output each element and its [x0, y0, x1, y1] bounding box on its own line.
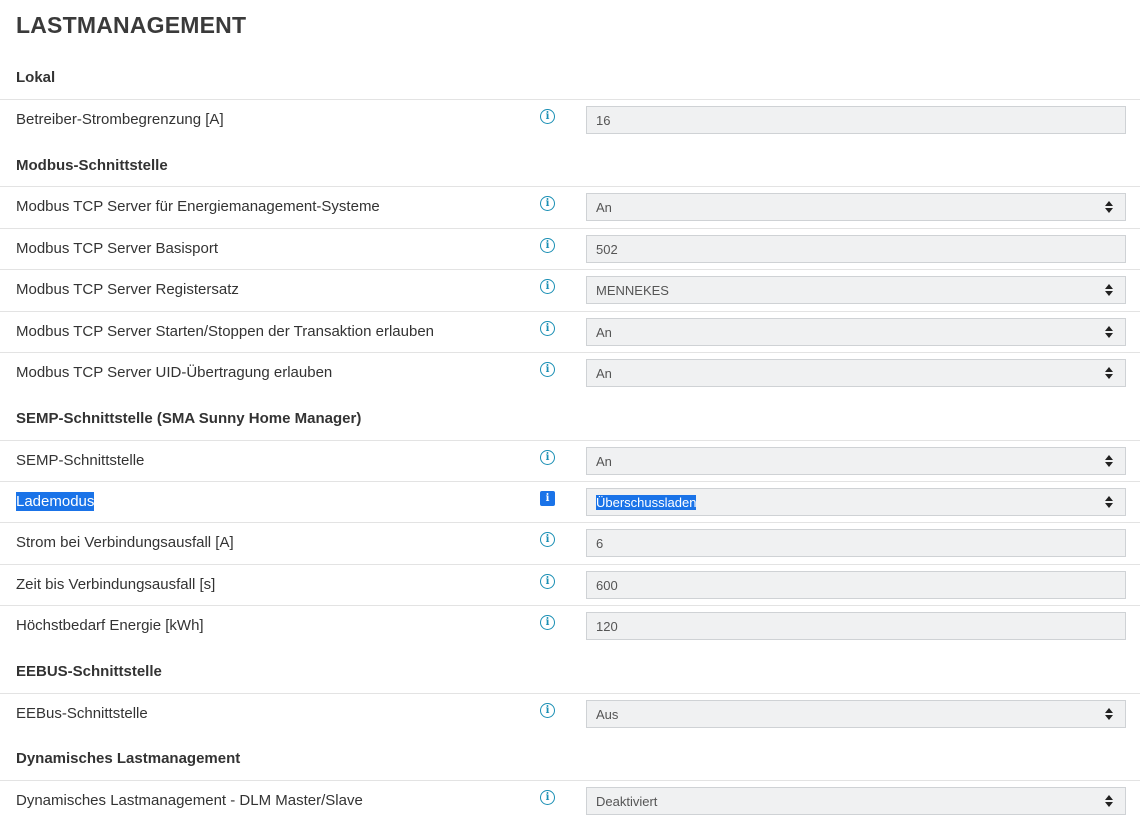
lademodus-select[interactable]: Überschussladen — [586, 488, 1126, 516]
page-title: LASTMANAGEMENT — [16, 12, 247, 38]
setting-label: Modbus TCP Server UID-Übertragung erlaub… — [16, 364, 333, 381]
info-icon[interactable]: i — [540, 450, 555, 465]
section-title-lokal: Lokal — [16, 69, 56, 86]
info-icon[interactable]: i — [540, 196, 555, 211]
dlm-master-slave-select[interactable]: Deaktiviert — [586, 787, 1126, 815]
setting-row-dlm-master-slave: Dynamisches Lastmanagement - DLM Master/… — [0, 780, 1140, 822]
setting-label: Modbus TCP Server Basisport — [16, 240, 219, 257]
info-icon[interactable]: i — [540, 703, 555, 718]
setting-row-modbus-uid: Modbus TCP Server UID-Übertragung erlaub… — [0, 352, 1140, 394]
select-value: An — [596, 324, 612, 340]
chevron-updown-icon — [1105, 795, 1113, 808]
input-value: 600 — [596, 577, 618, 593]
section-title-dlm: Dynamisches Lastmanagement — [16, 750, 241, 767]
input-value: 16 — [596, 112, 611, 128]
setting-row-modbus-basisport: Modbus TCP Server Basisport i 502 — [0, 228, 1140, 270]
section-title-semp: SEMP-Schnittstelle (SMA Sunny Home Manag… — [16, 410, 362, 427]
info-icon[interactable]: i — [540, 321, 555, 336]
select-value: An — [596, 365, 612, 381]
chevron-updown-icon — [1105, 708, 1113, 721]
input-value: 6 — [596, 535, 604, 551]
chevron-updown-icon — [1105, 455, 1113, 468]
setting-label: Betreiber-Strombegrenzung [A] — [16, 111, 224, 128]
semp-schnittstelle-select[interactable]: An — [586, 447, 1126, 475]
input-value: 120 — [596, 618, 618, 634]
setting-row-modbus-start-stop: Modbus TCP Server Starten/Stoppen der Tr… — [0, 311, 1140, 353]
modbus-start-stop-select[interactable]: An — [586, 318, 1126, 346]
setting-row-lademodus: Lademodus i Überschussladen — [0, 481, 1140, 523]
info-icon[interactable]: i — [540, 109, 555, 124]
info-icon[interactable]: i — [540, 238, 555, 253]
setting-label: Dynamisches Lastmanagement - DLM Master/… — [16, 792, 363, 809]
select-value: Aus — [596, 706, 619, 722]
setting-label: Höchstbedarf Energie [kWh] — [16, 617, 204, 634]
select-value: An — [596, 199, 612, 215]
modbus-registersatz-select[interactable]: MENNEKES — [586, 276, 1126, 304]
setting-label: Modbus TCP Server Starten/Stoppen der Tr… — [16, 323, 435, 340]
section-title-eebus: EEBUS-Schnittstelle — [16, 663, 162, 680]
input-value: 502 — [596, 241, 618, 257]
lastmanagement-page: LASTMANAGEMENT Lokal Betreiber-Strombegr… — [0, 0, 1140, 830]
select-value: MENNEKES — [596, 282, 669, 298]
setting-row-modbus-registersatz: Modbus TCP Server Registersatz i MENNEKE… — [0, 269, 1140, 311]
setting-label: Modbus TCP Server für Energiemanagement-… — [16, 198, 380, 215]
setting-label: Strom bei Verbindungsausfall [A] — [16, 534, 234, 551]
chevron-updown-icon — [1105, 496, 1113, 509]
info-icon[interactable]: i — [540, 790, 555, 805]
strom-verbindungsausfall-input[interactable]: 6 — [586, 529, 1126, 557]
modbus-uid-select[interactable]: An — [586, 359, 1126, 387]
setting-label: Zeit bis Verbindungsausfall [s] — [16, 576, 216, 593]
chevron-updown-icon — [1105, 326, 1113, 339]
setting-row-hoechstbedarf: Höchstbedarf Energie [kWh] i 120 — [0, 605, 1140, 647]
betreiber-strombegrenzung-input[interactable]: 16 — [586, 106, 1126, 134]
chevron-updown-icon — [1105, 367, 1113, 380]
info-icon[interactable]: i — [540, 615, 555, 630]
setting-row-betreiber-strombegrenzung: Betreiber-Strombegrenzung [A] i 16 — [0, 99, 1140, 141]
setting-label: Modbus TCP Server Registersatz — [16, 281, 239, 298]
eebus-schnittstelle-select[interactable]: Aus — [586, 700, 1126, 728]
select-value: An — [596, 453, 612, 469]
info-icon[interactable]: i — [540, 574, 555, 589]
info-icon[interactable]: i — [540, 491, 555, 506]
info-icon[interactable]: i — [540, 362, 555, 377]
setting-row-semp-schnittstelle: SEMP-Schnittstelle i An — [0, 440, 1140, 482]
setting-label: Lademodus — [16, 492, 95, 511]
setting-row-modbus-tcp-server-ems: Modbus TCP Server für Energiemanagement-… — [0, 186, 1140, 228]
section-title-modbus: Modbus-Schnittstelle — [16, 157, 168, 174]
chevron-updown-icon — [1105, 284, 1113, 297]
setting-label: EEBus-Schnittstelle — [16, 705, 148, 722]
select-value: Deaktiviert — [596, 793, 658, 809]
hoechstbedarf-input[interactable]: 120 — [586, 612, 1126, 640]
select-value: Überschussladen — [596, 494, 697, 510]
info-icon[interactable]: i — [540, 532, 555, 547]
setting-row-strom-verbindungsausfall: Strom bei Verbindungsausfall [A] i 6 — [0, 522, 1140, 564]
setting-label: SEMP-Schnittstelle — [16, 452, 145, 469]
chevron-updown-icon — [1105, 201, 1113, 214]
setting-row-eebus-schnittstelle: EEBus-Schnittstelle i Aus — [0, 693, 1140, 735]
modbus-tcp-server-ems-select[interactable]: An — [586, 193, 1126, 221]
info-icon[interactable]: i — [540, 279, 555, 294]
zeit-verbindungsausfall-input[interactable]: 600 — [586, 571, 1126, 599]
modbus-basisport-input[interactable]: 502 — [586, 235, 1126, 263]
setting-row-zeit-verbindungsausfall: Zeit bis Verbindungsausfall [s] i 600 — [0, 564, 1140, 606]
